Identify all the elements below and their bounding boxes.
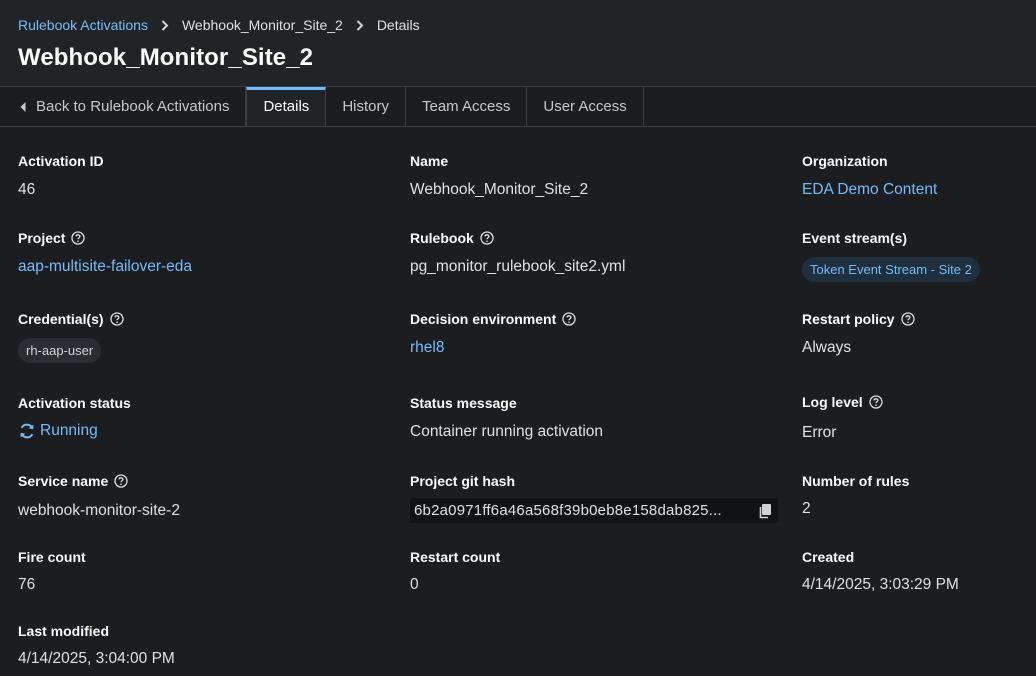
question-circle-icon[interactable] (480, 231, 494, 245)
field-label: Log level (802, 393, 883, 411)
git-hash-clipboard: 6b2a0971ff6a46a568f39b0eb8e158dab825... (410, 498, 778, 523)
field-label: Rulebook (410, 229, 625, 247)
field-value: 76 (18, 576, 36, 593)
tab-history[interactable]: History (326, 87, 406, 126)
tab-back-label: Back to Rulebook Activations (36, 98, 230, 115)
field-value: 4/14/2025, 3:04:00 PM (18, 650, 175, 667)
copy-icon[interactable] (758, 503, 772, 519)
field-activation-id: Activation ID 46 (18, 152, 104, 199)
field-label: Name (410, 153, 449, 169)
tab-team-access[interactable]: Team Access (406, 87, 528, 126)
field-credentials: Credential(s) rh-aap-user (18, 310, 124, 363)
field-rulebook: Rulebook pg_monitor_rulebook_site2.yml (410, 229, 625, 276)
tab-bar: Back to Rulebook Activations Details His… (0, 87, 1036, 127)
field-project: Project aap-multisite-failover-eda (18, 229, 192, 276)
git-hash-value: 6b2a0971ff6a46a568f39b0eb8e158dab825... (414, 502, 722, 519)
field-label: Decision environment (410, 310, 576, 328)
field-value: 0 (410, 576, 419, 593)
decision-environment-link[interactable]: rhel8 (410, 339, 576, 357)
status-text: Running (40, 422, 98, 439)
field-label: Activation ID (18, 153, 104, 169)
question-circle-icon[interactable] (562, 312, 576, 326)
field-organization: Organization EDA Demo Content (802, 152, 937, 199)
question-circle-icon[interactable] (900, 312, 915, 326)
field-last-modified: Last modified 4/14/2025, 3:04:00 PM (18, 622, 175, 668)
field-value: Error (802, 424, 837, 441)
field-project-git-hash: Project git hash 6b2a0971ff6a46a568f39b0… (410, 472, 778, 523)
field-status-message: Status message Container running activat… (410, 394, 603, 441)
field-fire-count: Fire count 76 (18, 548, 86, 594)
question-circle-icon[interactable] (869, 395, 883, 409)
field-label: Status message (410, 395, 517, 411)
field-event-streams: Event stream(s) Token Event Stream - Sit… (802, 229, 980, 282)
field-label-text: Project (18, 230, 66, 246)
field-label: Restart policy (802, 310, 915, 328)
breadcrumb: Rulebook Activations Webhook_Monitor_Sit… (18, 16, 1018, 34)
field-restart-policy: Restart policy Always (802, 310, 915, 357)
question-circle-icon[interactable] (109, 312, 124, 326)
question-circle-icon[interactable] (71, 231, 86, 245)
field-activation-status: Activation status Running (18, 394, 131, 440)
field-label: Organization (802, 153, 888, 169)
tab-details[interactable]: Details (246, 87, 327, 126)
tab-back[interactable]: Back to Rulebook Activations (0, 87, 247, 126)
chevron-right-icon (356, 19, 364, 31)
breadcrumb-current: Details (376, 17, 420, 33)
field-label: Number of rules (802, 473, 910, 489)
field-name: Name Webhook_Monitor_Site_2 (410, 152, 588, 199)
field-label-text: Service name (18, 473, 109, 489)
field-label: Fire count (18, 549, 86, 565)
field-decision-environment: Decision environment rhel8 (410, 310, 576, 357)
field-value: 2 (802, 500, 811, 517)
field-label: Event stream(s) (802, 230, 908, 246)
field-value: Container running activation (410, 423, 604, 440)
field-label: Last modified (18, 623, 110, 639)
field-label-text: Credential(s) (18, 311, 104, 327)
breadcrumb-activation[interactable]: Webhook_Monitor_Site_2 (182, 17, 343, 33)
field-value: Webhook_Monitor_Site_2 (410, 181, 589, 198)
field-log-level: Log level Error (802, 393, 883, 442)
field-value: 4/14/2025, 3:03:29 PM (802, 576, 959, 593)
field-label-text: Restart policy (802, 311, 895, 327)
field-restart-count: Restart count 0 (410, 548, 500, 594)
field-label: Activation status (18, 395, 131, 411)
field-value: webhook-monitor-site-2 (18, 502, 180, 519)
activation-status: Running (18, 422, 131, 440)
question-circle-icon[interactable] (114, 474, 128, 488)
page-header: Rulebook Activations Webhook_Monitor_Sit… (0, 0, 1036, 87)
field-value: 46 (18, 181, 36, 198)
breadcrumb-rulebook-activations[interactable]: Rulebook Activations (18, 17, 148, 33)
field-number-of-rules: Number of rules 2 (802, 472, 909, 518)
credential-chip: rh-aap-user (18, 338, 102, 363)
project-link[interactable]: aap-multisite-failover-eda (18, 258, 192, 276)
page-title: Webhook_Monitor_Site_2 (18, 44, 314, 71)
field-value: Always (802, 339, 852, 356)
field-service-name: Service name webhook-monitor-site-2 (18, 472, 180, 520)
event-stream-chip[interactable]: Token Event Stream - Site 2 (802, 257, 980, 282)
field-label: Project git hash (410, 473, 516, 489)
tab-user-access[interactable]: User Access (527, 87, 644, 126)
field-label: Project (18, 229, 192, 247)
sync-icon (18, 422, 36, 440)
field-created: Created 4/14/2025, 3:03:29 PM (802, 548, 959, 594)
field-label: Credential(s) (18, 310, 124, 328)
field-label-text: Log level (802, 394, 863, 410)
chevron-right-icon (161, 19, 169, 31)
organization-link[interactable]: EDA Demo Content (802, 181, 937, 199)
field-value: pg_monitor_rulebook_site2.yml (410, 258, 626, 275)
field-label-text: Decision environment (410, 311, 557, 327)
field-label-text: Rulebook (410, 230, 474, 246)
field-label: Restart count (410, 549, 501, 565)
field-label: Created (802, 549, 855, 565)
field-label: Service name (18, 472, 180, 490)
caret-left-icon (20, 101, 26, 112)
